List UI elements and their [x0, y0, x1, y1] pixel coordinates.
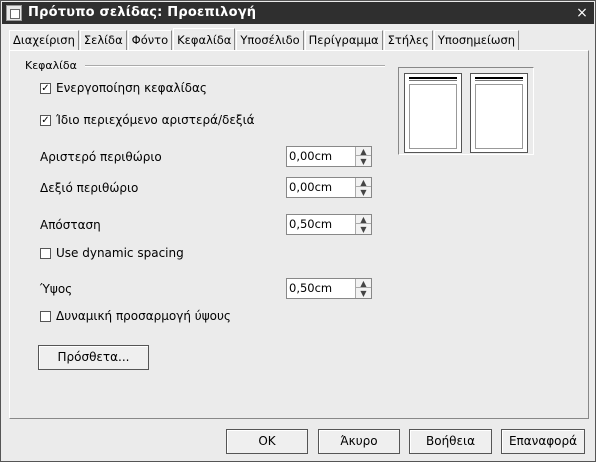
- cancel-button[interactable]: Άκυρο: [318, 429, 400, 454]
- title-bar[interactable]: Πρότυπο σελίδας: Προεπιλογή ×: [2, 2, 594, 24]
- spin-buttons: ▲ ▼: [355, 178, 371, 197]
- group-separator: [85, 65, 385, 67]
- same-content-label: Ίδιο περιεχόμενο αριστερά/δεξιά: [56, 113, 255, 127]
- tab-header[interactable]: Κεφαλίδα: [173, 28, 236, 50]
- spin-buttons: ▲ ▼: [355, 147, 371, 166]
- height-value[interactable]: 0,50cm: [287, 279, 355, 298]
- enable-header-label: Ενεργοποίηση κεφαλίδας: [56, 81, 207, 95]
- spin-up-icon[interactable]: ▲: [356, 147, 371, 156]
- spacing-value[interactable]: 0,50cm: [287, 215, 355, 234]
- spin-up-icon[interactable]: ▲: [356, 215, 371, 224]
- spacing-spinbox[interactable]: 0,50cm ▲ ▼: [286, 214, 372, 235]
- spin-up-icon[interactable]: ▲: [356, 279, 371, 288]
- tab-bar: Διαχείριση Σελίδα Φόντο Κεφαλίδα Υποσέλι…: [9, 28, 520, 51]
- right-margin-label: Δεξιό περιθώριο: [40, 181, 139, 195]
- enable-header-checkbox[interactable]: ✓ Ενεργοποίηση κεφαλίδας: [40, 81, 207, 95]
- preview-header-line: [475, 80, 523, 81]
- tab-background[interactable]: Φόντο: [127, 30, 173, 51]
- tab-management[interactable]: Διαχείριση: [9, 30, 79, 51]
- preview-header-bar: [409, 77, 457, 79]
- close-icon[interactable]: ×: [574, 5, 590, 21]
- dialog-window: Πρότυπο σελίδας: Προεπιλογή × Διαχείριση…: [0, 0, 596, 462]
- help-button[interactable]: Βοήθεια: [409, 429, 492, 454]
- autofit-height-checkbox[interactable]: Δυναμική προσαρμογή ύψους: [40, 309, 231, 323]
- spin-down-icon[interactable]: ▼: [356, 289, 371, 298]
- tab-footnote[interactable]: Υποσημείωση: [433, 30, 520, 51]
- checkbox-box[interactable]: [40, 247, 51, 259]
- window-title: Πρότυπο σελίδας: Προεπιλογή: [28, 5, 257, 20]
- height-label: Ύψος: [40, 282, 73, 296]
- preview-right-page: [470, 73, 528, 153]
- more-options-button[interactable]: Πρόσθετα...: [38, 345, 149, 370]
- left-margin-label: Αριστερό περιθώριο: [40, 150, 162, 164]
- ok-button[interactable]: OK: [226, 429, 308, 454]
- tab-columns[interactable]: Στήλες: [383, 30, 433, 51]
- right-margin-spinbox[interactable]: 0,00cm ▲ ▼: [286, 177, 372, 198]
- spin-down-icon[interactable]: ▼: [356, 188, 371, 197]
- same-content-checkbox[interactable]: ✓ Ίδιο περιεχόμενο αριστερά/δεξιά: [40, 113, 255, 127]
- checkbox-box[interactable]: ✓: [40, 114, 51, 126]
- spin-up-icon[interactable]: ▲: [356, 178, 371, 187]
- checkbox-box[interactable]: [40, 310, 51, 322]
- preview-header-line: [409, 80, 457, 81]
- preview-left-page: [404, 73, 462, 153]
- autofit-height-label: Δυναμική προσαρμογή ύψους: [56, 309, 231, 323]
- preview-body: [409, 84, 457, 149]
- tab-footer[interactable]: Υποσέλιδο: [236, 30, 304, 51]
- spacing-label: Απόσταση: [40, 218, 101, 232]
- checkbox-box[interactable]: ✓: [40, 82, 51, 94]
- preview-header-bar: [475, 77, 523, 79]
- app-icon: [6, 5, 22, 21]
- left-margin-value[interactable]: 0,00cm: [287, 147, 355, 166]
- height-spinbox[interactable]: 0,50cm ▲ ▼: [286, 278, 372, 299]
- header-preview: [398, 67, 534, 155]
- preview-body: [475, 84, 523, 149]
- spin-buttons: ▲ ▼: [355, 215, 371, 234]
- dynamic-spacing-checkbox[interactable]: Use dynamic spacing: [40, 246, 184, 260]
- spin-down-icon[interactable]: ▼: [356, 157, 371, 166]
- header-group-title: Κεφαλίδα: [25, 59, 77, 72]
- dynamic-spacing-label: Use dynamic spacing: [56, 246, 184, 260]
- right-margin-value[interactable]: 0,00cm: [287, 178, 355, 197]
- spin-down-icon[interactable]: ▼: [356, 225, 371, 234]
- tab-page[interactable]: Σελίδα: [79, 30, 127, 51]
- tab-borders[interactable]: Περίγραμμα: [304, 30, 383, 51]
- reset-button[interactable]: Επαναφορά: [501, 429, 585, 454]
- spin-buttons: ▲ ▼: [355, 279, 371, 298]
- left-margin-spinbox[interactable]: 0,00cm ▲ ▼: [286, 146, 372, 167]
